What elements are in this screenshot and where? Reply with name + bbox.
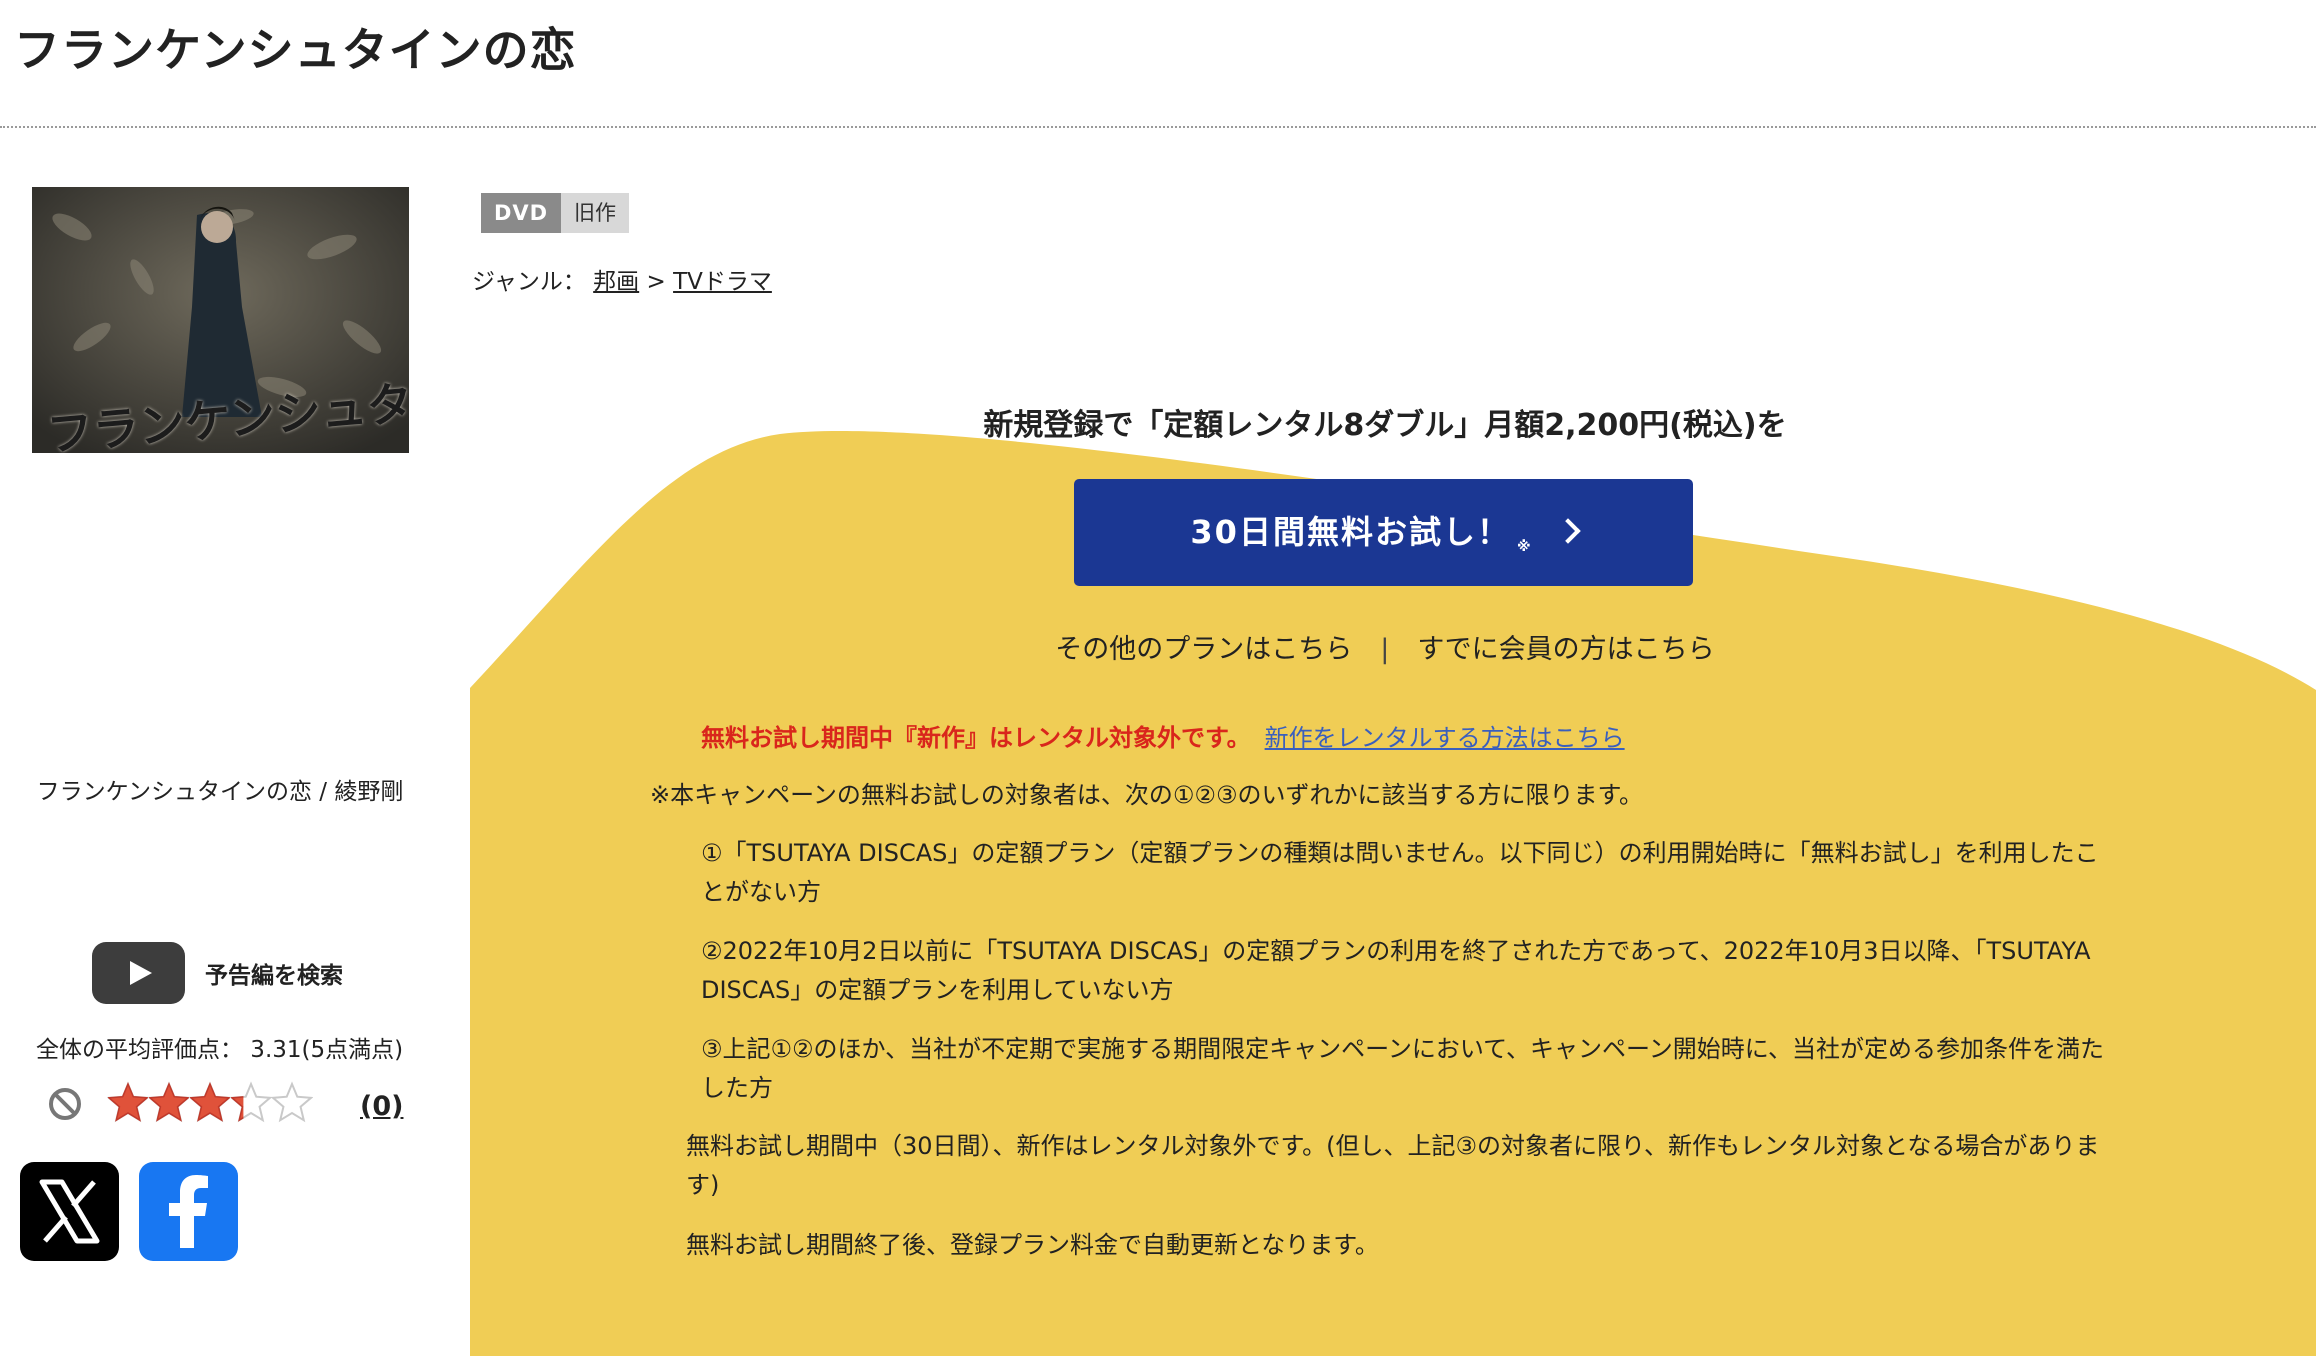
star-filled (108, 1082, 148, 1122)
star-rating[interactable] (107, 1078, 313, 1130)
trial-period-note: 無料お試し期間中（30日間）、新作はレンタル対象外です。(但し、上記③の対象者に… (686, 1132, 2100, 1199)
review-count-link[interactable]: (0) (360, 1091, 403, 1122)
no-rating-icon[interactable] (48, 1087, 82, 1121)
genre-label: ジャンル： (472, 269, 594, 295)
free-trial-label: 30日間無料お試し！ (1190, 513, 1511, 551)
breadcrumb-separator: > (639, 269, 674, 295)
link-separator: | (1380, 634, 1390, 665)
other-plans-link[interactable]: その他のプランはこちら (1055, 634, 1352, 665)
average-rating-text: 全体の平均評価点： 3.31(5点満点) (36, 1037, 404, 1063)
genre-link-tvdrama[interactable]: TVドラマ (673, 269, 772, 295)
title-caption: フランケンシュタインの恋 / 綾野剛 (36, 779, 404, 805)
star-filled (149, 1082, 189, 1122)
facebook-logo-icon (169, 1175, 208, 1248)
chevron-right-icon (1554, 518, 1581, 544)
page-title: フランケンシュタインの恋 (14, 23, 577, 77)
play-icon (130, 961, 152, 985)
x-logo-icon (39, 1179, 100, 1244)
new-release-rental-link[interactable]: 新作をレンタルする方法はこちら (1265, 724, 1625, 752)
facebook-share-button[interactable] (139, 1162, 238, 1261)
youtube-play-button[interactable] (92, 942, 185, 1004)
warning-text: 無料お試し期間中『新作』はレンタル対象外です。 (701, 724, 1251, 752)
plan-links: その他のプランはこちら | すでに会員の方はこちら (470, 627, 2300, 666)
auto-renew-note: 無料お試し期間終了後、登録プラン料金で自動更新となります。 (686, 1231, 1379, 1259)
free-trial-button[interactable]: 30日間無料お試し！ ※ (1074, 479, 1693, 586)
star-filled (190, 1082, 230, 1122)
eligibility-condition-1: ①「TSUTAYA DISCAS」の定額プラン（定額プランの種類は問いません。以… (701, 839, 2099, 906)
genre-link-houga[interactable]: 邦画 (593, 269, 639, 295)
eligibility-condition-3: ③上記①②のほか、当社が不定期で実施する期間限定キャンペーンにおいて、キャンペー… (701, 1035, 2105, 1102)
campaign-eligibility-note: ※本キャンペーンの無料お試しの対象者は、次の①②③のいずれかに該当する方に限りま… (650, 781, 1644, 809)
x-share-button[interactable] (20, 1162, 119, 1261)
release-type-badge: 旧作 (561, 193, 629, 233)
genre-breadcrumb: ジャンル： 邦画 > TVドラマ (472, 262, 772, 296)
cover-image[interactable]: フランケンシュタインの恋 (32, 187, 409, 453)
star-outline (270, 1081, 313, 1123)
free-trial-note-mark: ※ (1516, 539, 1533, 555)
format-badge: DVD (481, 193, 562, 233)
title-divider (0, 126, 2316, 128)
member-login-link[interactable]: すでに会員の方はこちら (1417, 634, 1714, 665)
promo-headline: 新規登録で「定額レンタル8ダブル」月額2,200円(税込)を (983, 408, 1787, 443)
trailer-search-link[interactable]: 予告編を検索 (205, 956, 343, 990)
eligibility-condition-2: ②2022年10月2日以前に「TSUTAYA DISCAS」の定額プランの利用を… (701, 937, 2091, 1004)
new-release-warning: 無料お試し期間中『新作』はレンタル対象外です。 新作をレンタルする方法はこちら (701, 718, 1625, 753)
